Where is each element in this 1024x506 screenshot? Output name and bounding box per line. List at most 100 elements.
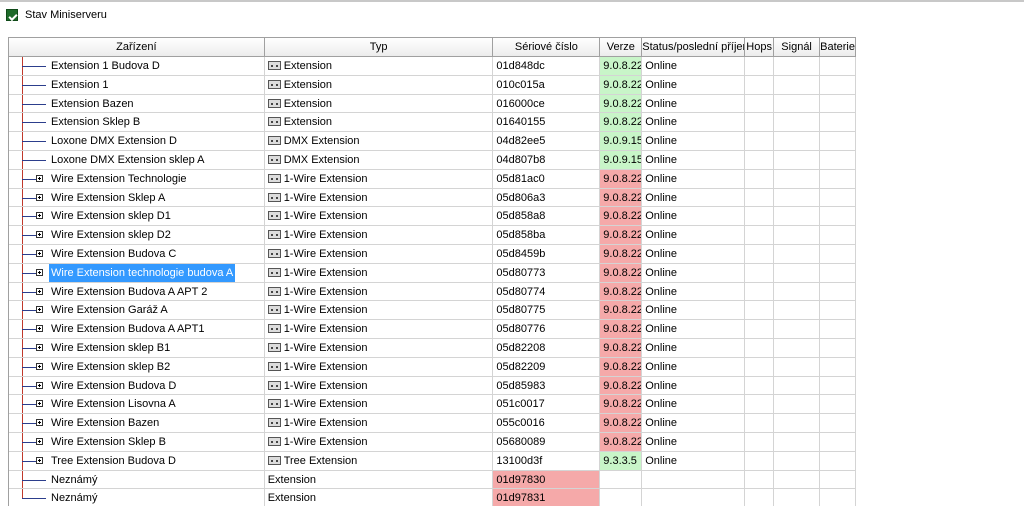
expand-icon[interactable] [36, 287, 43, 295]
expand-icon[interactable] [36, 268, 43, 276]
expand-icon[interactable] [36, 306, 43, 314]
expand-icon[interactable] [36, 343, 43, 351]
device-cell[interactable]: Wire Extension Budova C [9, 244, 265, 264]
table-row[interactable]: Wire Extension sklep B1 1-Wire Extension 0… [9, 338, 856, 358]
device-cell[interactable]: Wire Extension Bazen [9, 414, 265, 433]
device-cell[interactable]: Tree Extension Budova D [9, 451, 265, 471]
expand-icon[interactable] [36, 174, 43, 182]
version-cell: 9.0.8.22 [600, 188, 643, 208]
wire-extension-icon [267, 380, 281, 390]
battery-cell [820, 357, 856, 377]
type-label: 1-Wire Extension [283, 304, 368, 317]
device-cell[interactable]: Wire Extension Garáž A [9, 301, 265, 321]
device-cell[interactable]: Wire Extension Lisovna A [9, 395, 265, 415]
device-cell[interactable]: Wire Extension Budova A APT 2 [9, 282, 265, 302]
device-cell[interactable]: Wire Extension sklep D2 [9, 226, 265, 245]
device-cell[interactable]: Extension Bazen [9, 94, 265, 114]
signal-cell [774, 226, 821, 245]
device-cell[interactable]: Wire Extension Sklep B [9, 432, 265, 452]
expand-icon[interactable] [36, 212, 43, 220]
type-label: 1-Wire Extension [283, 323, 368, 336]
type-cell: 1-Wire Extension [264, 432, 494, 452]
expand-icon[interactable] [36, 456, 43, 464]
device-cell[interactable]: Wire Extension sklep B2 [9, 357, 265, 377]
table-row[interactable]: Wire Extension Budova C 1-Wire Extension 0… [9, 244, 856, 264]
column-header-battery[interactable]: Baterie [820, 38, 856, 57]
table-row[interactable]: Wire Extension Sklep B 1-Wire Extension 05… [9, 432, 856, 452]
expand-icon[interactable] [36, 231, 43, 239]
device-cell[interactable]: Wire Extension sklep D1 [9, 207, 265, 227]
column-header-hops[interactable]: Hops [745, 38, 775, 57]
hops-cell [745, 357, 775, 377]
status-cell [642, 470, 746, 490]
wire-extension-icon [267, 211, 281, 221]
type-label: 1-Wire Extension [283, 417, 368, 430]
column-header-serial[interactable]: Sériové číslo [493, 38, 601, 57]
device-cell[interactable]: Extension 1 Budova D [9, 57, 265, 76]
status-cell [642, 489, 746, 506]
table-row[interactable]: Wire Extension Budova A APT 2 1-Wire Exte… [9, 282, 856, 302]
expand-icon[interactable] [36, 193, 43, 201]
table-row[interactable]: Loxone DMX Extension sklep A DMX Extensio… [9, 150, 856, 170]
wire-extension-icon [267, 267, 281, 277]
table-row[interactable]: Wire Extension Garáž A 1-Wire Extension 05… [9, 301, 856, 321]
expand-icon[interactable] [36, 249, 43, 257]
table-row[interactable]: Wire Extension technologie budova A 1-Wir… [9, 263, 856, 283]
device-cell[interactable]: Extension 1 [9, 75, 265, 95]
expand-icon[interactable] [36, 419, 43, 427]
device-cell[interactable]: Loxone DMX Extension D [9, 132, 265, 151]
table-row[interactable]: Wire Extension sklep B2 1-Wire Extension 0… [9, 357, 856, 377]
table-row[interactable]: Wire Extension Bazen 1-Wire Extension 055c… [9, 414, 856, 433]
extension-icon [267, 117, 281, 127]
signal-cell [774, 207, 821, 227]
expand-icon[interactable] [36, 325, 43, 333]
device-cell[interactable]: Wire Extension technologie budova A [9, 263, 265, 283]
column-header-type[interactable]: Typ [264, 38, 494, 57]
type-cell: 1-Wire Extension [264, 282, 494, 302]
status-cell: Online [642, 150, 746, 170]
device-cell[interactable]: Neznámý [9, 489, 265, 506]
wire-extension-icon [267, 173, 281, 183]
signal-cell [774, 376, 821, 396]
table-row[interactable]: Loxone DMX Extension D DMX Extension 04d82… [9, 132, 856, 151]
table-row[interactable]: Wire Extension Technologie 1-Wire Extensi… [9, 169, 856, 189]
column-header-device[interactable]: Zařízení [9, 38, 265, 57]
expand-icon[interactable] [36, 437, 43, 445]
device-name: Wire Extension Bazen [51, 417, 160, 430]
table-row[interactable]: Extension 1 Extension 010c015a 9.0.8.22 Onli… [9, 75, 856, 95]
table-row[interactable]: Wire Extension Budova D 1-Wire Extension 0… [9, 376, 856, 396]
column-header-status[interactable]: Status/poslední příjem [642, 38, 746, 57]
table-row[interactable]: Wire Extension sklep D1 1-Wire Extension 0… [9, 207, 856, 227]
device-cell[interactable]: Wire Extension Sklep A [9, 188, 265, 208]
device-cell[interactable]: Wire Extension Budova D [9, 376, 265, 396]
serial-cell: 010c015a [493, 75, 601, 95]
expand-icon[interactable] [36, 362, 43, 370]
table-row[interactable]: Neznámý Extension 01d97830 [9, 470, 856, 490]
device-cell[interactable]: Wire Extension Technologie [9, 169, 265, 189]
table-row[interactable]: Tree Extension Budova D Tree Extension 131… [9, 451, 856, 471]
table-row[interactable]: Wire Extension Sklep A 1-Wire Extension 05… [9, 188, 856, 208]
type-cell: 1-Wire Extension [264, 207, 494, 227]
table-row[interactable]: Wire Extension Budova A APT1 1-Wire Exten… [9, 320, 856, 339]
table-row[interactable]: Extension Bazen Extension 016000ce 9.0.8.22… [9, 94, 856, 114]
version-cell: 9.0.8.22 [600, 432, 643, 452]
expand-icon[interactable] [36, 400, 43, 408]
battery-cell [820, 113, 856, 133]
column-header-version[interactable]: Verze [600, 38, 643, 57]
table-row[interactable]: Neznámý Extension 01d97831 [9, 489, 856, 506]
table-row[interactable]: Wire Extension sklep D2 1-Wire Extension 0… [9, 226, 856, 245]
table-row[interactable]: Wire Extension Lisovna A 1-Wire Extension… [9, 395, 856, 415]
column-header-signal[interactable]: Signál [774, 38, 821, 57]
table-row[interactable]: Extension 1 Budova D Extension 01d848dc 9.0… [9, 57, 856, 76]
signal-cell [774, 132, 821, 151]
expand-icon[interactable] [36, 381, 43, 389]
device-cell[interactable]: Wire Extension Budova A APT1 [9, 320, 265, 339]
device-cell[interactable]: Wire Extension sklep B1 [9, 338, 265, 358]
status-cell: Online [642, 395, 746, 415]
table-row[interactable]: Extension Sklep B Extension 01640155 9.0.8.… [9, 113, 856, 133]
serial-cell: 055c0016 [493, 414, 601, 433]
hops-cell [745, 338, 775, 358]
device-cell[interactable]: Neznámý [9, 470, 265, 490]
device-cell[interactable]: Loxone DMX Extension sklep A [9, 150, 265, 170]
device-cell[interactable]: Extension Sklep B [9, 113, 265, 133]
